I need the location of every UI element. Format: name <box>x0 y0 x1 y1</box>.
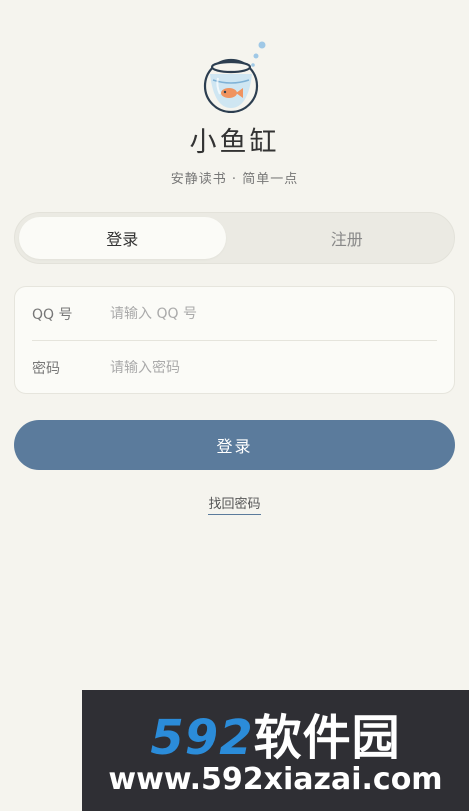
password-input[interactable] <box>110 360 437 376</box>
qq-input[interactable] <box>110 306 437 322</box>
watermark-url: www.592xiazai.com <box>108 762 443 797</box>
tab-register[interactable]: 注册 <box>244 217 451 259</box>
find-password-link-wrap: 找回密码 <box>0 493 469 515</box>
find-password-link[interactable]: 找回密码 <box>208 497 261 515</box>
qq-label: QQ 号 <box>32 307 73 323</box>
watermark-brand-number: 592 <box>150 710 254 766</box>
app-title: 小鱼缸 <box>189 127 280 158</box>
password-row: 密码 <box>15 341 454 395</box>
app-logo <box>0 38 469 113</box>
watermark: 592软件园 www.592xiazai.com <box>82 690 469 811</box>
watermark-brand-text: 软件园 <box>253 710 401 766</box>
tab-login[interactable]: 登录 <box>19 217 226 259</box>
fishbowl-icon <box>203 41 266 113</box>
login-button[interactable]: 登录 <box>14 420 455 470</box>
password-label: 密码 <box>32 361 60 377</box>
watermark-brand: 592软件园 <box>82 698 469 768</box>
app-subtitle: 安静读书 · 简单一点 <box>170 172 299 187</box>
auth-tabs: 登录 注册 <box>14 212 455 264</box>
qq-row: QQ 号 <box>15 287 454 341</box>
login-form: QQ 号 密码 <box>14 286 455 394</box>
